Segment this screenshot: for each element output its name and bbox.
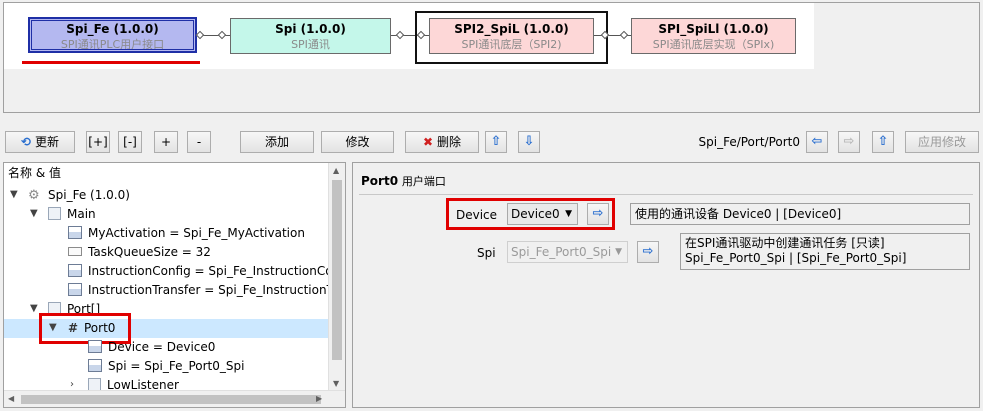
tree-item-myactivation[interactable]: MyActivation = Spi_Fe_MyActivation [68, 224, 305, 243]
scroll-left-icon[interactable]: ◀ [8, 394, 14, 403]
node-subtitle: SPI通讯 [291, 38, 330, 51]
tree-item-label: InstructionConfig = Spi_Fe_InstructionCo… [88, 264, 341, 278]
add-button[interactable]: 添加 [240, 131, 314, 153]
diagram-node-spi-fe[interactable]: Spi_Fe (1.0.0) SPI通讯PLC用户接口 [28, 17, 197, 53]
reference-field-icon [88, 340, 102, 353]
reference-field-icon [88, 359, 102, 372]
tree-item-label: TaskQueueSize = 32 [88, 245, 211, 259]
property-title-name: Port0 [361, 174, 399, 188]
nav-forward-button[interactable]: ⇨ [838, 131, 860, 153]
device-highlight-box [446, 198, 615, 230]
gear-icon: ⚙ [28, 188, 40, 203]
arrow-up-icon: ⇧ [877, 134, 889, 149]
value-field-icon [68, 247, 82, 256]
device-description: 使用的通讯设备 Device0 | [Device0] [630, 203, 970, 225]
tree-item-label: MyActivation = Spi_Fe_MyActivation [88, 226, 305, 240]
tree-panel: 名称 & 值 ▼ ⚙ Spi_Fe (1.0.0) ▼ Main MyActiva… [3, 162, 346, 408]
node-title: SPI_SpiLl (1.0.0) [658, 22, 769, 36]
scroll-up-icon[interactable]: ▲ [333, 166, 339, 175]
diagram-node-spi-spill[interactable]: SPI_SpiLl (1.0.0) SPI通讯底层实现（SPIx) [631, 18, 796, 54]
tree-item-spi[interactable]: Spi = Spi_Fe_Port0_Spi [88, 357, 244, 376]
diagram-canvas: Spi_Fe (1.0.0) SPI通讯PLC用户接口 Spi (1.0.0) … [4, 3, 814, 69]
chevron-down-icon[interactable]: ▼ [10, 189, 18, 200]
property-panel: Port0 用户端口 Device Device0 ▼ ⇨ 使用的通讯设备 De… [352, 162, 980, 408]
connector-diamond [195, 30, 205, 40]
node-title: Spi (1.0.0) [275, 22, 346, 36]
title-divider [359, 194, 973, 195]
arrow-right-icon: ⇨ [642, 244, 654, 259]
nav-back-button[interactable]: ⇦ [806, 131, 828, 153]
refresh-icon: ⟲ [21, 135, 32, 149]
apply-changes-button[interactable]: 应用修改 [905, 131, 979, 153]
property-title-desc: 用户端口 [401, 175, 446, 188]
tree-item-main[interactable]: Main [48, 205, 96, 224]
tree-item-label: InstructionTransfer = Spi_Fe_Instruction… [88, 283, 338, 297]
chevron-down-icon[interactable]: ▼ [30, 303, 38, 314]
tree-item-instructionconfig[interactable]: InstructionConfig = Spi_Fe_InstructionCo… [68, 262, 340, 281]
node-subtitle: SPI通讯PLC用户接口 [60, 38, 165, 51]
dropdown-caret-icon: ▼ [615, 247, 622, 257]
tree-item-instructiontransfer[interactable]: InstructionTransfer = Spi_Fe_Instruction… [68, 281, 337, 300]
tree-item-label: Device = Device0 [108, 340, 216, 354]
selected-node-underline [22, 61, 200, 64]
scroll-thumb[interactable] [21, 395, 321, 404]
move-down-button[interactable]: ⇩ [518, 131, 540, 153]
delete-button[interactable]: ✖ 删除 [405, 131, 479, 153]
expand-all-button[interactable]: [+] [86, 131, 110, 153]
tree-item-label: Main [67, 207, 96, 221]
spi-description-line2: Spi_Fe_Port0_Spi | [Spi_Fe_Port0_Spi] [685, 251, 907, 265]
arrow-down-icon: ⇩ [523, 134, 535, 149]
spi-goto-button[interactable]: ⇨ [637, 241, 659, 263]
connector-diamond [619, 30, 629, 40]
tree-item-label: Spi_Fe (1.0.0) [48, 188, 130, 202]
refresh-label: 更新 [34, 135, 59, 149]
horizontal-scrollbar[interactable]: ◀ ▶ [4, 390, 345, 407]
node-subtitle: SPI通讯底层实现（SPIx) [652, 38, 775, 51]
node-title: SPI2_SpiL (1.0.0) [454, 22, 569, 36]
delete-label: 删除 [436, 135, 461, 149]
node-title: Spi_Fe (1.0.0) [66, 22, 159, 36]
nav-up-button[interactable]: ⇧ [872, 131, 894, 153]
toolbar: ⟲ 更新 [+] [-] + - 添加 修改 ✖ 删除 ⇧ ⇩ Spi_Fe/P… [0, 128, 983, 156]
connector-diamond [395, 30, 405, 40]
refresh-button[interactable]: ⟲ 更新 [5, 131, 75, 153]
folder-icon [48, 207, 61, 220]
spi-description-line1: 在SPI通讯驱动中创建通讯任务 [只读] [685, 236, 885, 250]
diagram-node-spi2-spil[interactable]: SPI2_SpiL (1.0.0) SPI通讯底层（SPI2) [429, 18, 594, 54]
tree-item-label: Spi = Spi_Fe_Port0_Spi [108, 359, 245, 373]
chevron-right-icon[interactable]: › [70, 379, 74, 390]
tree-item-device[interactable]: Device = Device0 [88, 338, 215, 357]
connector-diamond [217, 30, 227, 40]
diagram-node-spi[interactable]: Spi (1.0.0) SPI通讯 [230, 18, 391, 54]
chevron-down-icon[interactable]: ▼ [30, 208, 38, 219]
spi-select[interactable]: Spi_Fe_Port0_Spi ▼ [507, 241, 628, 263]
arrow-left-icon: ⇦ [811, 134, 823, 149]
arrow-right-icon: ⇨ [843, 134, 855, 149]
reference-field-icon [68, 283, 82, 296]
tree-item-root[interactable]: ⚙ Spi_Fe (1.0.0) [28, 186, 130, 205]
modify-button[interactable]: 修改 [321, 131, 394, 153]
move-up-button[interactable]: ⇧ [485, 131, 507, 153]
plus-button[interactable]: + [154, 131, 178, 153]
spi-select-value: Spi_Fe_Port0_Spi [511, 245, 612, 259]
current-path: Spi_Fe/Port/Port0 [698, 135, 801, 149]
spi-label: Spi [477, 246, 496, 260]
vertical-scrollbar[interactable]: ▲ ▼ [328, 163, 345, 392]
arrow-up-icon: ⇧ [490, 134, 502, 149]
delete-icon: ✖ [423, 135, 434, 149]
tree-item-taskqueuesize[interactable]: TaskQueueSize = 32 [68, 243, 211, 262]
diagram-panel: Spi_Fe (1.0.0) SPI通讯PLC用户接口 Spi (1.0.0) … [3, 2, 980, 113]
property-title: Port0 用户端口 [361, 173, 446, 189]
scroll-down-icon[interactable]: ▼ [333, 379, 339, 388]
node-subtitle: SPI通讯底层（SPI2) [461, 38, 562, 51]
scroll-right-icon[interactable]: ▶ [316, 394, 322, 403]
reference-field-icon [68, 226, 82, 239]
scroll-thumb[interactable] [332, 180, 342, 360]
reference-field-icon [68, 264, 82, 277]
tree-header: 名称 & 值 [8, 166, 61, 180]
spi-description: 在SPI通讯驱动中创建通讯任务 [只读] Spi_Fe_Port0_Spi | … [680, 233, 970, 270]
collapse-all-button[interactable]: [-] [118, 131, 142, 153]
minus-button[interactable]: - [187, 131, 211, 153]
